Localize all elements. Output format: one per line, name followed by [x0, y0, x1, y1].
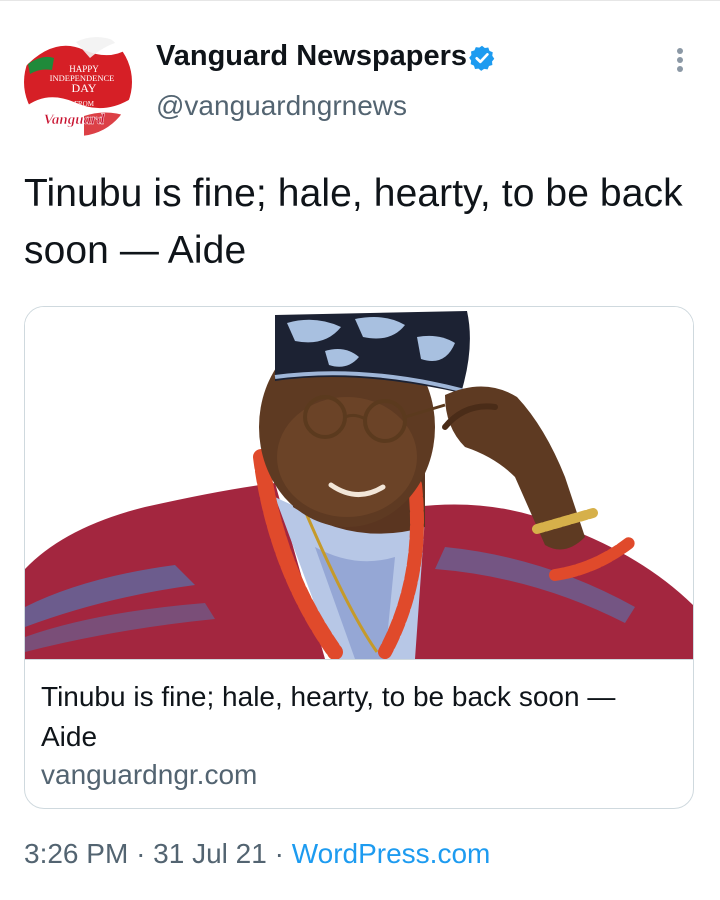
verified-badge-icon [469, 45, 495, 71]
author-handle[interactable]: @vanguardngrnews [156, 90, 407, 122]
avatar-line-3: DAY [72, 81, 97, 95]
tweet-meta: 3:26 PM · 31 Jul 21 · WordPress.com [24, 838, 490, 870]
card-title[interactable]: Tinubu is fine; hale, hearty, to be back… [41, 677, 661, 757]
author-name[interactable]: Vanguard Newspapers [156, 40, 467, 73]
author-avatar[interactable]: HAPPY INDEPENDENCE DAY FROM Vanguard [24, 28, 132, 136]
avatar-line-4: FROM [74, 100, 95, 108]
more-vertical-icon[interactable] [664, 42, 696, 78]
avatar-line-5: Vanguard [44, 112, 105, 128]
top-divider [0, 0, 720, 1]
link-card[interactable]: Tinubu is fine; hale, hearty, to be back… [24, 306, 694, 809]
card-image[interactable] [25, 307, 693, 659]
tweet-date[interactable]: 31 Jul 21 [153, 838, 267, 869]
tweet-source-link[interactable]: WordPress.com [292, 838, 491, 869]
meta-separator: · [274, 838, 284, 869]
meta-separator: · [136, 838, 146, 869]
card-divider [25, 659, 693, 660]
tweet-text: Tinubu is fine; hale, hearty, to be back… [24, 172, 683, 272]
card-domain: vanguardngr.com [41, 759, 258, 790]
tweet-time[interactable]: 3:26 PM [24, 838, 128, 869]
